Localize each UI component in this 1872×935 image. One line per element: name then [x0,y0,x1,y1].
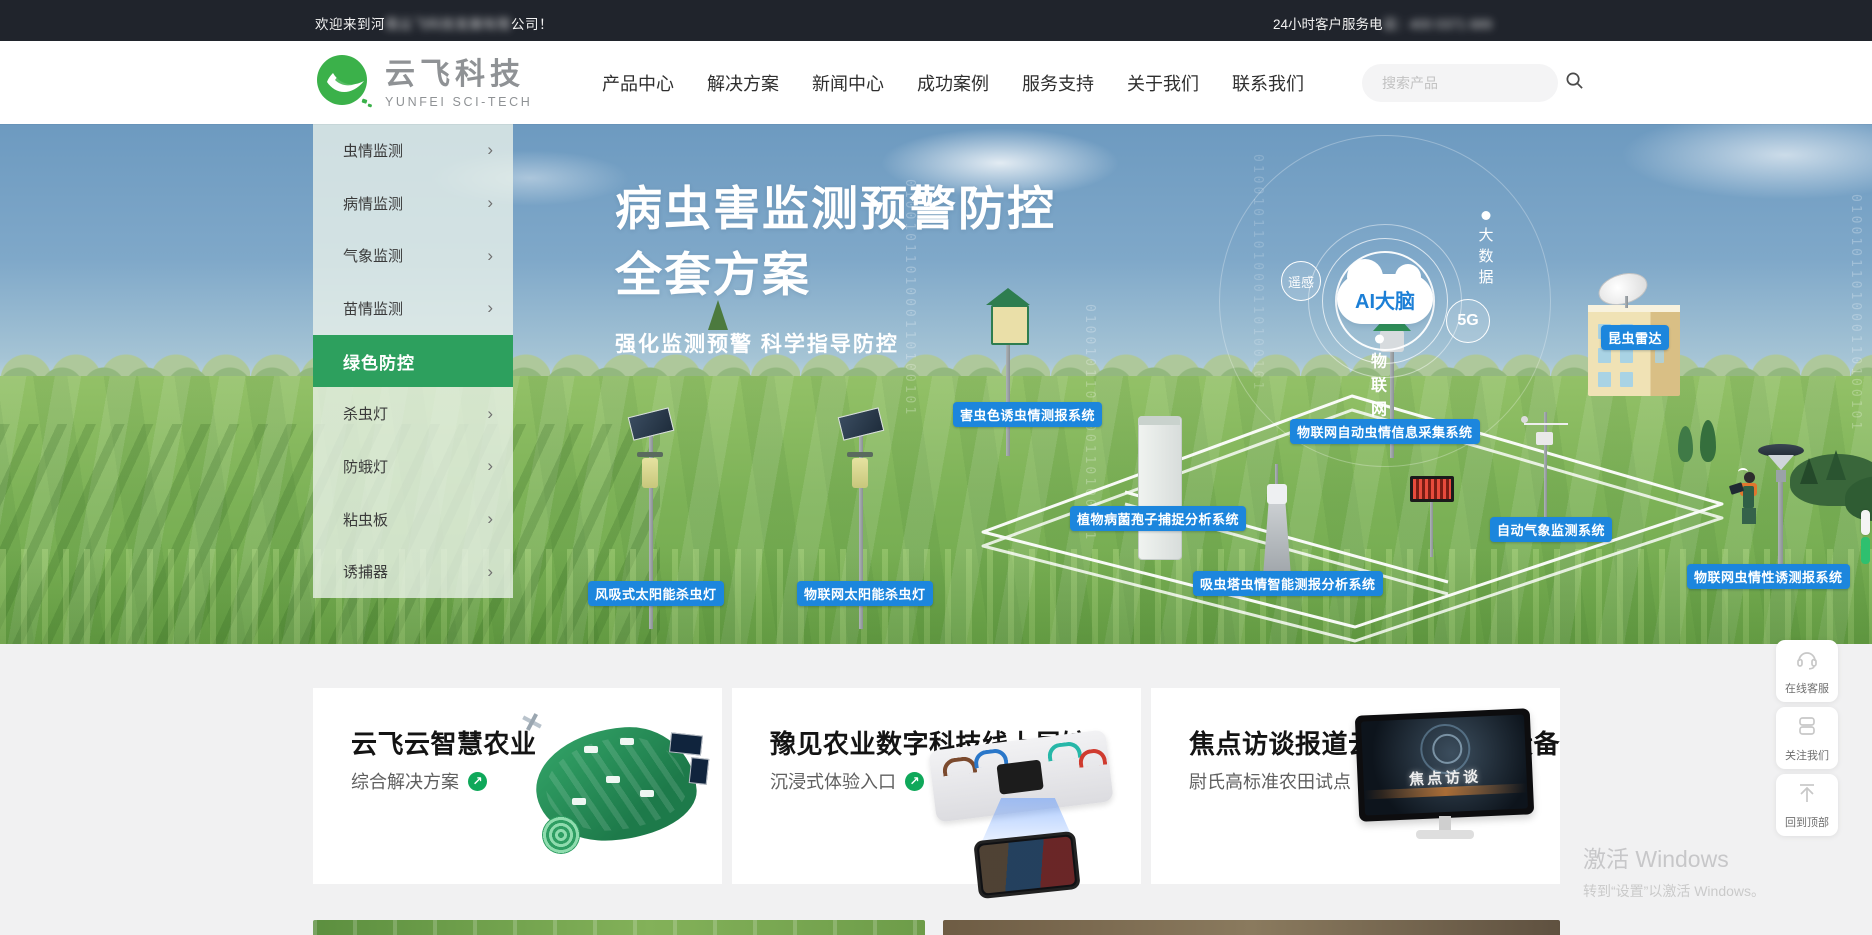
card-illustration-island [536,728,706,858]
welcome-redacted: 南云飞科技发展有限 [385,17,511,32]
5g-node: 5G [1446,299,1490,343]
logo-title: 云飞科技 [385,60,532,90]
promo-card-tv-report[interactable]: 焦点访谈报道云飞数字植保设备 尉氏高标准农田试点 ↗ 焦点访谈 [1151,688,1560,884]
chevron-right-icon: › [487,509,493,529]
follow-us-button[interactable]: 关注我们 [1776,707,1838,769]
phone-redacted: 话：400 0371 689 [1383,17,1493,32]
promo-card-smart-agriculture[interactable]: 云飞云智慧农业 综合解决方案 ↗ [313,688,722,884]
nav-cases[interactable]: 成功案例 [917,70,989,96]
chevron-right-icon: › [487,562,493,582]
menu-item-insecticidal-lamp[interactable]: 杀虫灯 › [313,387,513,440]
hero-subtitle: 强化监测预警 科学指导防控 [615,328,1056,358]
nav-solutions[interactable]: 解决方案 [707,70,779,96]
card-illustration-expo [932,740,1127,875]
menu-item-trap[interactable]: 诱捕器 › [313,545,513,598]
device-label: 物联网虫情性诱测报系统 [1687,564,1850,589]
menu-item-green-control[interactable]: 绿色防控 [313,335,513,388]
hero-banner[interactable]: 0100101101000110100101 01001011010001101… [0,124,1872,644]
hero-title: 病虫害监测预警防控全套方案 [615,176,1056,308]
back-to-top-button[interactable]: 回到顶部 [1776,774,1838,836]
product-dropdown-menu: 虫情监测 › 病情监测 › 气象监测 › 苗情监测 › 绿色防控 杀虫灯 › 防… [313,124,513,598]
arrow-up-icon [1795,781,1819,810]
chevron-right-icon: › [487,298,493,318]
logo-subtitle: YUNFEI SCI-TECH [385,95,532,109]
card-subtitle: 尉氏高标准农田试点 ↗ [1189,768,1379,794]
nav-about[interactable]: 关于我们 [1127,70,1199,96]
search-icon[interactable] [1565,71,1584,95]
promo-card-online-expo[interactable]: 豫见农业数字科技线上展馆 沉浸式体验入口 ↗ [732,688,1141,884]
nav-support[interactable]: 服务支持 [1022,70,1094,96]
next-row-image-right[interactable] [943,920,1560,935]
device-label: 物联网自动虫情信息采集系统 [1290,419,1480,444]
iot-node: 物联网 [1371,335,1387,420]
device-label: 自动气象监测系统 [1490,517,1612,542]
online-service-button[interactable]: 在线客服 [1776,640,1838,702]
device-label: 害虫色诱虫情测报系统 [953,402,1102,427]
logo[interactable]: 云飞科技 YUNFEI SCI-TECH [315,53,532,116]
chevron-right-icon: › [487,140,493,160]
chevron-right-icon: › [487,193,493,213]
main-nav: 产品中心 解决方案 新闻中心 成功案例 服务支持 关于我们 联系我们 [602,41,1304,124]
chevron-right-icon: › [487,404,493,424]
scrollbar-thumb-green[interactable] [1861,537,1870,564]
logo-leaf-icon [315,53,373,116]
card-title: 云飞云智慧农业 [351,724,537,761]
welcome-text: 欢迎来到河南云飞科技发展有限公司！ [315,13,553,33]
card-subtitle: 综合解决方案 ↗ [351,768,487,794]
card-subtitle: 沉浸式体验入口 ↗ [770,768,924,794]
menu-item-moth-lamp[interactable]: 防蛾灯 › [313,440,513,493]
menu-item-insect-monitoring[interactable]: 虫情监测 › [313,124,513,177]
bigdata-node: 大数据 [1478,211,1493,287]
device-label: 物联网太阳能杀虫灯 [797,581,933,606]
device-label: 植物病菌孢子捕捉分析系统 [1070,506,1246,531]
headset-icon [1795,647,1819,676]
search-box [1362,64,1558,102]
menu-item-disease-monitoring[interactable]: 病情监测 › [313,177,513,230]
hero-text: 病虫害监测预警防控全套方案 强化监测预警 科学指导防控 [615,176,1056,358]
device-label: 昆虫雷达 [1601,325,1669,350]
binary-decoration: 0100101101000110100101 [1082,304,1097,584]
top-bar: 欢迎来到河南云飞科技发展有限公司！ 24小时客户服务电话：400 0371 68… [0,0,1872,41]
device-label: 吸虫塔虫情智能测报分析系统 [1193,571,1383,596]
search-input[interactable] [1380,74,1565,92]
qrcode-icon [1795,714,1819,743]
arrow-link-icon[interactable]: ↗ [905,772,924,791]
menu-item-weather-monitoring[interactable]: 气象监测 › [313,229,513,282]
windows-activation-watermark: 激活 Windows 转到“设置”以激活 Windows。 [1583,840,1765,901]
arrow-link-icon[interactable]: ↗ [468,772,487,791]
service-hotline: 24小时客户服务电话：400 0371 689 [1273,13,1492,33]
card-illustration-monitor: 焦点访谈 [1357,712,1542,872]
next-row-image-left[interactable] [313,920,925,935]
floating-toolbar: 在线客服 关注我们 回到顶部 [1776,640,1838,841]
device-label: 风吸式太阳能杀虫灯 [588,581,724,606]
nav-news[interactable]: 新闻中心 [812,70,884,96]
chevron-right-icon: › [487,456,493,476]
menu-item-sticky-board[interactable]: 粘虫板 › [313,493,513,546]
remote-sensing-node: 遥感 [1281,261,1321,301]
chevron-right-icon: › [487,246,493,266]
menu-item-seedling-monitoring[interactable]: 苗情监测 › [313,282,513,335]
scrollbar-thumb[interactable] [1861,510,1870,535]
ai-brain-cloud: AI大脑 [1337,274,1433,324]
nav-products[interactable]: 产品中心 [602,70,674,96]
nav-contact[interactable]: 联系我们 [1232,70,1304,96]
site-header: 云飞科技 YUNFEI SCI-TECH 产品中心 解决方案 新闻中心 成功案例… [0,41,1872,124]
